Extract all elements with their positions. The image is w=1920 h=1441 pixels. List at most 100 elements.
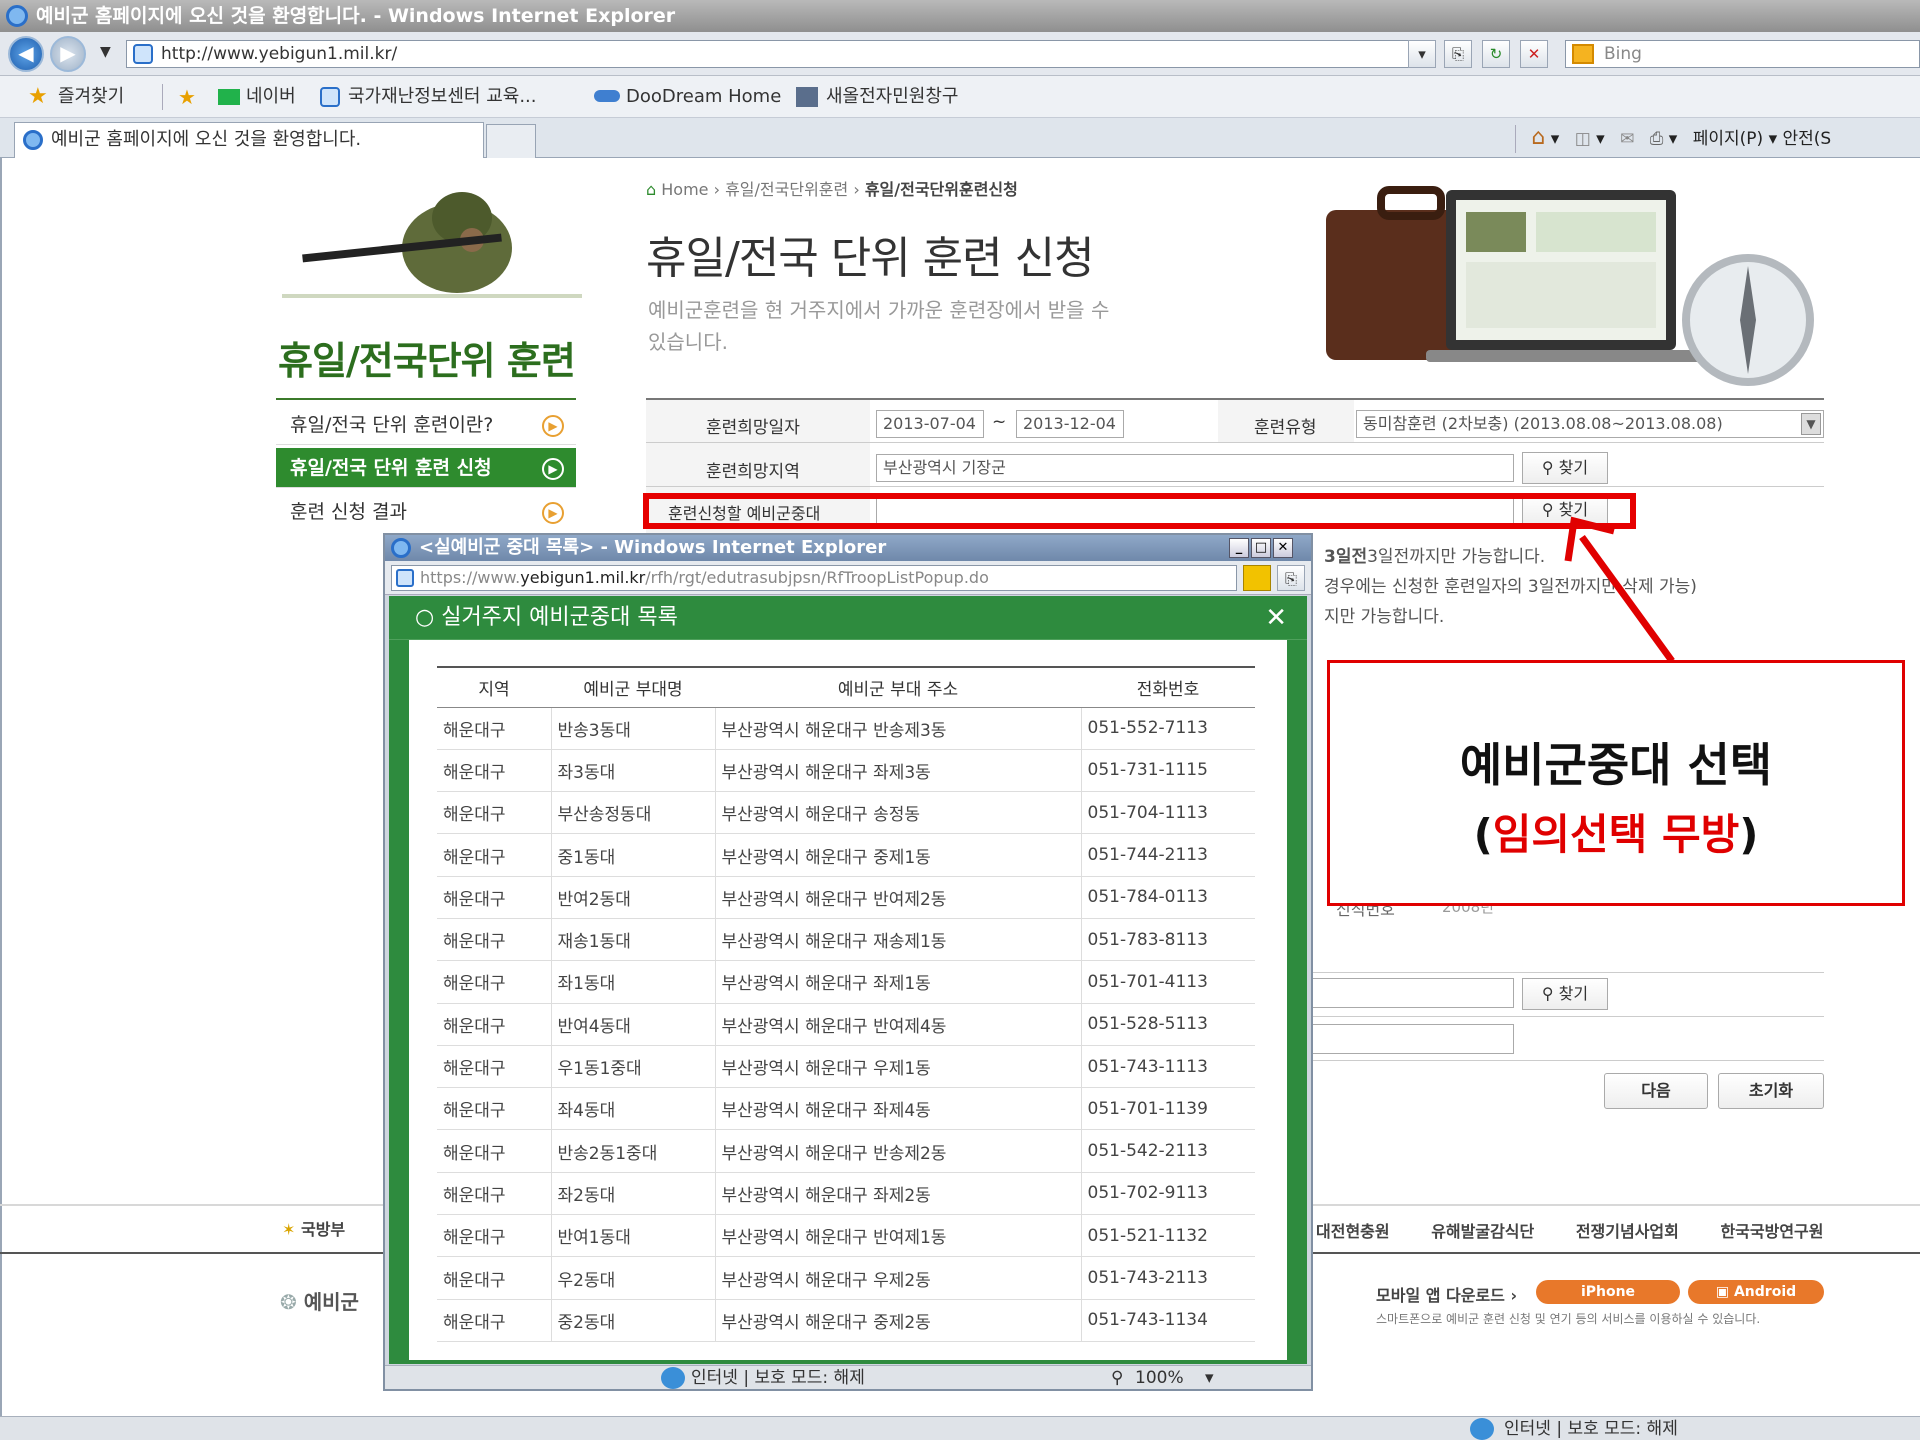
maximize-button[interactable]: □: [1251, 538, 1271, 558]
extra-input-1[interactable]: [1310, 978, 1514, 1008]
command-menus[interactable]: 페이지(P) ▾ 안전(S: [1693, 129, 1831, 149]
cell-region: 해운대구: [437, 791, 551, 835]
cell-phone: 051-743-1113: [1080, 1045, 1255, 1089]
cell-phone: 051-702-9113: [1080, 1172, 1255, 1216]
cell-unit-name[interactable]: 재송1동대: [550, 918, 715, 962]
home-icon[interactable]: ⌂: [1531, 125, 1545, 150]
print-icon[interactable]: ⎙: [1650, 129, 1664, 149]
cell-unit-name[interactable]: 반여4동대: [550, 1003, 715, 1046]
cell-unit-name[interactable]: 반송2동1중대: [550, 1129, 715, 1173]
zoom-dropdown-icon[interactable]: ▾: [1205, 1366, 1214, 1390]
search-input[interactable]: Bing: [1565, 40, 1920, 68]
cell-unit-name[interactable]: 중1동대: [550, 833, 715, 877]
table-row[interactable]: 해운대구 좌4동대 부산광역시 해운대구 좌제4동 051-701-1139: [437, 1087, 1255, 1131]
footer-link[interactable]: 전쟁기념사업회: [1576, 1222, 1679, 1241]
table-row[interactable]: 해운대구 우2동대 부산광역시 해운대구 우제2동 051-743-2113: [437, 1256, 1255, 1300]
add-favorite-icon[interactable]: ★: [178, 76, 196, 118]
url-dropdown-icon[interactable]: ▾: [1408, 40, 1436, 68]
footer-link[interactable]: 대전현충원: [1316, 1222, 1390, 1241]
find-region-button[interactable]: ⚲ 찾기: [1522, 452, 1608, 484]
history-dropdown-icon[interactable]: ▼: [100, 44, 111, 60]
table-row[interactable]: 해운대구 반송2동1중대 부산광역시 해운대구 반송제2동 051-542-2113: [437, 1129, 1255, 1173]
compat-view-icon[interactable]: ⎘: [1444, 40, 1472, 68]
reset-button[interactable]: 초기화: [1718, 1073, 1824, 1109]
cell-unit-address: 부산광역시 해운대구 좌제1동: [714, 960, 1081, 1004]
cell-phone: 051-744-2113: [1080, 833, 1255, 877]
favorites-button[interactable]: 즐겨찾기: [58, 76, 124, 118]
extra-input-2[interactable]: [1310, 1024, 1514, 1054]
footer-link[interactable]: 한국국방연구원: [1720, 1222, 1823, 1241]
cell-unit-address: 부산광역시 해운대구 우제2동: [714, 1256, 1081, 1300]
mail-icon[interactable]: ✉: [1620, 129, 1634, 149]
android-button[interactable]: ▣ Android: [1688, 1280, 1824, 1304]
table-row[interactable]: 해운대구 좌1동대 부산광역시 해운대구 좌제1동 051-701-4113: [437, 960, 1255, 1004]
date-from-input[interactable]: 2013-07-04: [876, 410, 984, 438]
date-to-input[interactable]: 2013-12-04: [1016, 410, 1124, 438]
notice-bold: 3일전: [1324, 547, 1368, 567]
minimize-button[interactable]: _: [1229, 538, 1249, 558]
footer-link[interactable]: 유해발굴감식단: [1431, 1222, 1534, 1241]
tab-bar: 예비군 홈페이지에 오신 것을 환영합니다. ⌂ ▾ ◫ ▾ ✉ ⎙ ▾ 페이지…: [0, 118, 1920, 158]
table-row[interactable]: 해운대구 재송1동대 부산광역시 해운대구 재송제1동 051-783-8113: [437, 918, 1255, 962]
find-button[interactable]: ⚲ 찾기: [1522, 978, 1608, 1010]
lock-icon[interactable]: [1243, 565, 1271, 591]
table-row[interactable]: 해운대구 반여1동대 부산광역시 해운대구 반여제1동 051-521-1132: [437, 1214, 1255, 1258]
region-input[interactable]: 부산광역시 기장군: [876, 454, 1514, 482]
cell-region: 해운대구: [437, 1129, 551, 1173]
forward-arrow-icon[interactable]: ▶: [50, 36, 86, 72]
cell-unit-name[interactable]: 좌4동대: [550, 1087, 715, 1131]
table-row[interactable]: 해운대구 중1동대 부산광역시 해운대구 중제1동 051-744-2113: [437, 833, 1255, 877]
sidebar-item-results[interactable]: 훈련 신청 결과 ▶: [276, 492, 576, 532]
fav-link-saeol[interactable]: 새올전자민원창구: [826, 76, 958, 118]
app-download-text: 모바일 앱 다운로드: [1376, 1286, 1505, 1305]
sidebar-item-apply[interactable]: 휴일/전국 단위 훈련 신청 ▶: [276, 448, 576, 488]
stop-icon[interactable]: ✕: [1520, 40, 1548, 68]
feeds-icon[interactable]: ◫: [1575, 129, 1591, 149]
breadcrumb-section[interactable]: 휴일/전국단위훈련: [725, 180, 848, 199]
fav-link-naver[interactable]: 네이버: [246, 76, 296, 118]
new-tab-button[interactable]: [486, 124, 536, 158]
cell-region: 해운대구: [437, 1003, 551, 1046]
unit-table: 지역 예비군 부대명 예비군 부대 주소 전화번호 해운대구 반송3동대 부산광역시…: [437, 666, 1255, 1342]
cell-region: 해운대구: [437, 1172, 551, 1216]
table-row[interactable]: 해운대구 반여2동대 부산광역시 해운대구 반여제2동 051-784-0113: [437, 876, 1255, 919]
app-description: 스마트폰으로 예비군 훈련 신청 및 연기 등의 서비스를 이용하실 수 있습니…: [1376, 1312, 1761, 1326]
fav-link-doodream[interactable]: DooDream Home: [626, 76, 781, 118]
refresh-icon[interactable]: ↻: [1482, 40, 1510, 68]
browser-tab[interactable]: 예비군 홈페이지에 오신 것을 환영합니다.: [14, 122, 484, 158]
close-icon[interactable]: ✕: [1265, 596, 1287, 640]
cell-unit-name[interactable]: 반여2동대: [550, 876, 715, 919]
table-row[interactable]: 해운대구 중2동대 부산광역시 해운대구 중제2동 051-743-1134: [437, 1299, 1255, 1342]
column-header: 예비군 부대 주소: [715, 666, 1081, 708]
table-row[interactable]: 해운대구 좌2동대 부산광역시 해운대구 좌제2동 051-702-9113: [437, 1172, 1255, 1216]
next-button[interactable]: 다음: [1604, 1073, 1708, 1109]
cell-unit-name[interactable]: 좌1동대: [550, 960, 715, 1004]
close-window-button[interactable]: ✕: [1273, 538, 1293, 558]
url-input[interactable]: http://www.yebigun1.mil.kr/: [126, 40, 1416, 68]
type-select[interactable]: 동미참훈련 (2차보충) (2013.08.08~2013.08.08) ▼: [1356, 410, 1824, 438]
breadcrumb-home[interactable]: Home: [661, 180, 708, 199]
table-row[interactable]: 해운대구 좌3동대 부산광역시 해운대구 좌제3동 051-731-1115: [437, 749, 1255, 793]
table-row[interactable]: 해운대구 반여4동대 부산광역시 해운대구 반여제4동 051-528-5113: [437, 1003, 1255, 1046]
cell-unit-name[interactable]: 반여1동대: [550, 1214, 715, 1258]
sidebar-item-about[interactable]: 휴일/전국 단위 훈련이란? ▶: [276, 405, 576, 445]
table-row[interactable]: 해운대구 부산송정동대 부산광역시 해운대구 송정동 051-704-1113: [437, 791, 1255, 835]
fav-link-disaster[interactable]: 국가재난정보센터 교육...: [348, 76, 537, 118]
back-arrow-icon[interactable]: ◀: [8, 36, 44, 72]
cell-unit-name[interactable]: 좌3동대: [550, 749, 715, 793]
popup-address-bar: https://www.yebigun1.mil.kr/rfh/rgt/edut…: [385, 561, 1311, 595]
compat-view-icon[interactable]: ⎘: [1277, 565, 1305, 591]
cell-unit-name[interactable]: 우1동1중대: [550, 1045, 715, 1089]
cell-unit-name[interactable]: 부산송정동대: [550, 791, 715, 835]
footer-mnd-link[interactable]: ✶ 국방부: [282, 1216, 345, 1240]
cell-unit-name[interactable]: 우2동대: [550, 1256, 715, 1300]
cell-unit-name[interactable]: 중2동대: [550, 1299, 715, 1342]
zoom-level[interactable]: 100%: [1135, 1366, 1184, 1390]
iphone-button[interactable]: iPhone: [1536, 1280, 1680, 1304]
table-row[interactable]: 해운대구 우1동1중대 부산광역시 해운대구 우제1동 051-743-1113: [437, 1045, 1255, 1089]
cell-unit-name[interactable]: 좌2동대: [550, 1172, 715, 1216]
zoom-icon[interactable]: ⚲: [1111, 1366, 1123, 1390]
cell-unit-name[interactable]: 반송3동대: [550, 707, 715, 750]
cell-phone: 051-542-2113: [1080, 1129, 1255, 1173]
table-row[interactable]: 해운대구 반송3동대 부산광역시 해운대구 반송제3동 051-552-7113: [437, 707, 1255, 750]
